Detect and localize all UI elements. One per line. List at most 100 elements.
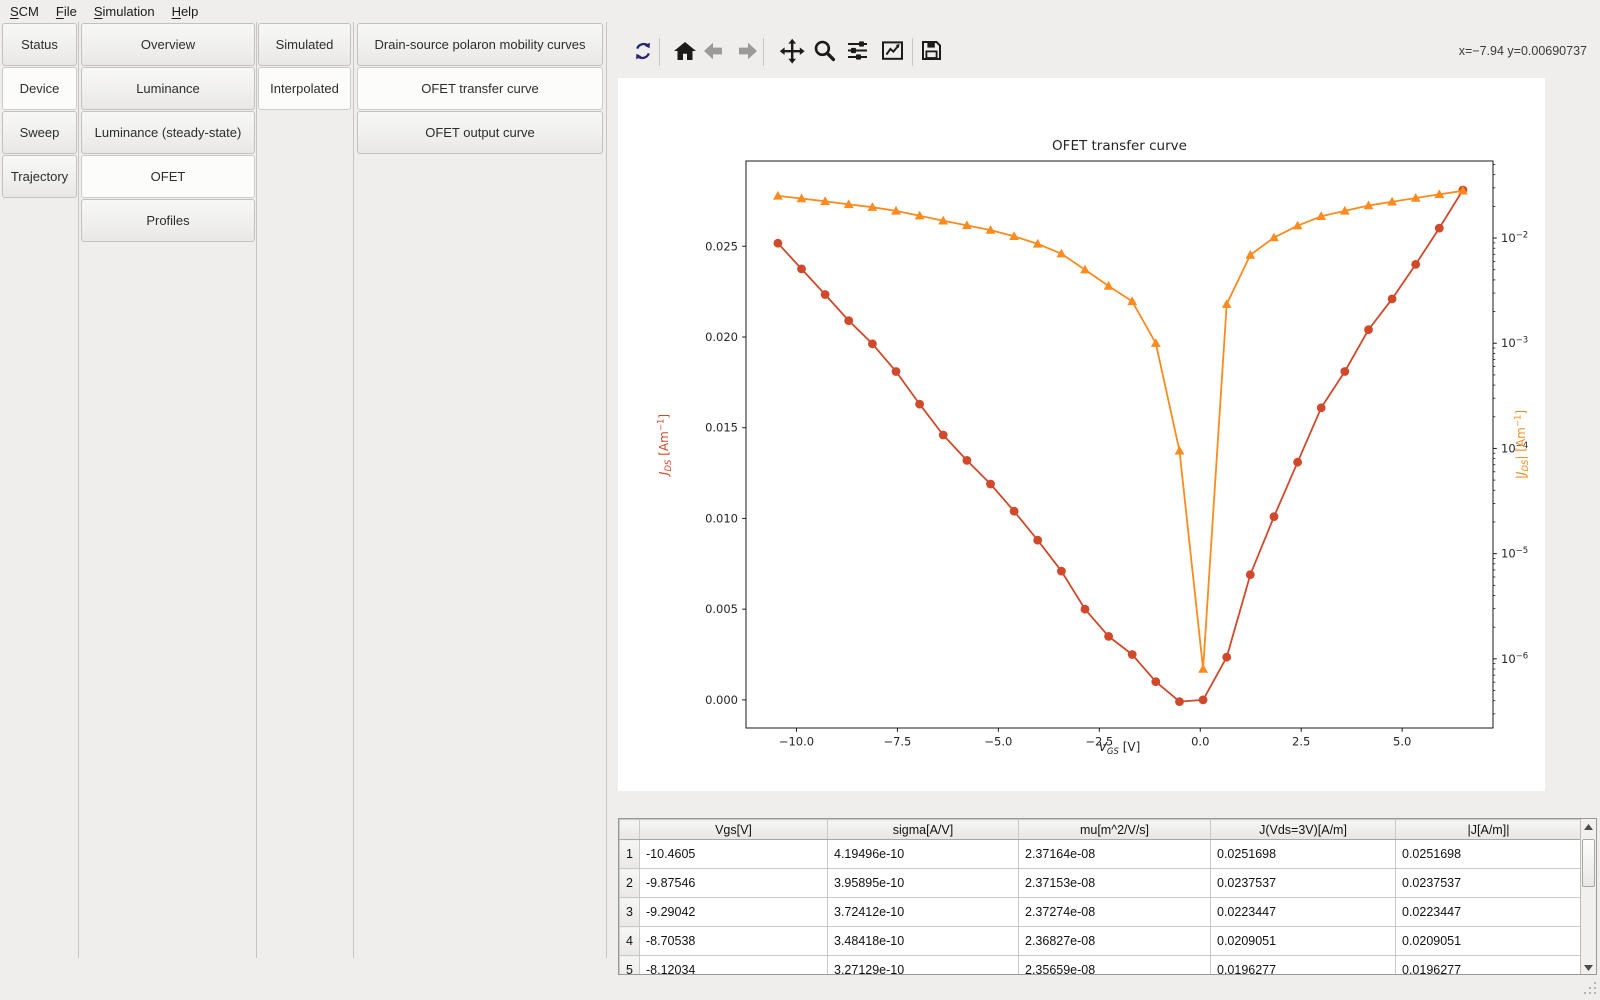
table-cell[interactable]: 3.72412e-10 — [828, 898, 1019, 927]
transfer-curve-plot[interactable]: −10.0−7.5−5.0−2.50.02.55.00.0000.0050.01… — [618, 78, 1545, 791]
table-cell[interactable]: 3.27129e-10 — [828, 956, 1019, 976]
table-cell[interactable]: 4.19496e-10 — [828, 840, 1019, 869]
table-cell[interactable]: 2.36827e-08 — [1019, 927, 1211, 956]
nav-luminance-steady-state[interactable]: Luminance (steady-state) — [81, 111, 255, 154]
menu-file[interactable]: File — [56, 4, 77, 19]
table-header-row: Vgs[V]sigma[A/V]mu[m^2/V/s]J(Vds=3V)[A/m… — [620, 820, 1582, 840]
scroll-up-button[interactable] — [1581, 819, 1596, 835]
table-cell[interactable]: 2.37164e-08 — [1019, 840, 1211, 869]
nav-simulated[interactable]: Simulated — [258, 23, 351, 66]
nav-ofet-transfer-curve[interactable]: OFET transfer curve — [357, 67, 603, 110]
column-header[interactable]: |J[A/m]| — [1396, 820, 1582, 840]
table-cell[interactable]: 0.0251698 — [1211, 840, 1396, 869]
configure-subplots-button[interactable] — [842, 38, 872, 66]
chevron-down-icon — [1584, 965, 1593, 971]
table-cell[interactable]: 0.0237537 — [1396, 869, 1582, 898]
right-y-axis-label: |JDS| [Am−1] — [1514, 410, 1532, 479]
refresh-button[interactable] — [628, 38, 658, 66]
home-button[interactable] — [670, 38, 700, 66]
table-cell[interactable]: 2.37274e-08 — [1019, 898, 1211, 927]
table-cell[interactable]: -10.4605 — [640, 840, 828, 869]
scrollbar-thumb[interactable] — [1582, 839, 1595, 887]
jds-marker — [1388, 295, 1397, 304]
svg-text:10−3: 10−3 — [1501, 336, 1528, 351]
edit-axes-button[interactable] — [877, 38, 907, 66]
svg-text:0.0: 0.0 — [1191, 735, 1209, 749]
pan-button[interactable] — [777, 38, 807, 66]
table-cell[interactable]: -8.70538 — [640, 927, 828, 956]
nav-interpolated[interactable]: Interpolated — [258, 67, 351, 110]
svg-text:0.010: 0.010 — [705, 511, 738, 525]
nav-trajectory[interactable]: Trajectory — [2, 155, 77, 198]
back-button[interactable] — [698, 38, 728, 66]
nav-profiles[interactable]: Profiles — [81, 199, 255, 242]
magnifier-icon — [812, 38, 837, 66]
toolbar-separator — [763, 38, 764, 66]
jds-marker — [1151, 677, 1160, 686]
table-cell[interactable]: 0.0196277 — [1396, 956, 1582, 976]
column-header[interactable]: Vgs[V] — [640, 820, 828, 840]
jds-marker — [868, 339, 877, 348]
column-header[interactable]: sigma[A/V] — [828, 820, 1019, 840]
table-cell[interactable]: -8.12034 — [640, 956, 828, 976]
nav-column-source: Simulated Interpolated — [258, 23, 351, 110]
nav-mobility-curves[interactable]: Drain-source polaron mobility curves — [357, 23, 603, 66]
jds-marker — [774, 239, 783, 248]
pan-icon — [779, 38, 805, 67]
nav-luminance[interactable]: Luminance — [81, 67, 255, 110]
table-cell[interactable]: 0.0196277 — [1211, 956, 1396, 976]
jds-marker — [1104, 632, 1113, 641]
menu-help[interactable]: Help — [172, 4, 199, 19]
nav-sweep[interactable]: Sweep — [2, 111, 77, 154]
toolbar-separator — [659, 38, 660, 66]
nav-column-curves: Drain-source polaron mobility curves OFE… — [357, 23, 603, 154]
row-number[interactable]: 5 — [620, 956, 640, 976]
row-number[interactable]: 3 — [620, 898, 640, 927]
table-cell[interactable]: -9.29042 — [640, 898, 828, 927]
table-vertical-scrollbar[interactable] — [1580, 819, 1596, 975]
nav-ofet-output-curve[interactable]: OFET output curve — [357, 111, 603, 154]
window-resize-grip[interactable] — [1582, 980, 1598, 996]
svg-text:−5.0: −5.0 — [984, 735, 1012, 749]
column-header[interactable]: mu[m^2/V/s] — [1019, 820, 1211, 840]
table-cell[interactable]: 2.35659e-08 — [1019, 956, 1211, 976]
corner-header[interactable] — [620, 820, 640, 840]
forward-arrow-icon — [736, 39, 760, 66]
table-cell[interactable]: 0.0251698 — [1396, 840, 1582, 869]
forward-button[interactable] — [733, 38, 763, 66]
row-number[interactable]: 4 — [620, 927, 640, 956]
svg-text:−7.5: −7.5 — [883, 735, 911, 749]
menu-simulation[interactable]: Simulation — [94, 4, 155, 19]
table-cell[interactable]: 0.0237537 — [1211, 869, 1396, 898]
plot-canvas[interactable]: −10.0−7.5−5.0−2.50.02.55.00.0000.0050.01… — [618, 78, 1545, 791]
table-cell[interactable]: 0.0209051 — [1396, 927, 1582, 956]
nav-status[interactable]: Status — [2, 23, 77, 66]
nav-overview[interactable]: Overview — [81, 23, 255, 66]
table-cell[interactable]: 0.0223447 — [1396, 898, 1582, 927]
application-window: SCM File Simulation Help Status Device S… — [0, 0, 1600, 1000]
save-button[interactable] — [916, 38, 946, 66]
table-cell[interactable]: -9.87546 — [640, 869, 828, 898]
nav-device[interactable]: Device — [2, 67, 77, 110]
table-cell[interactable]: 2.37153e-08 — [1019, 869, 1211, 898]
menu-scm[interactable]: SCM — [10, 4, 39, 19]
jds-marker — [1364, 325, 1373, 334]
scroll-down-button[interactable] — [1581, 960, 1596, 975]
table-row: 4-8.705383.48418e-102.36827e-080.0209051… — [620, 927, 1582, 956]
svg-text:0.005: 0.005 — [705, 602, 738, 616]
zoom-button[interactable] — [809, 38, 839, 66]
jds-marker — [821, 290, 830, 299]
table-cell[interactable]: 0.0223447 — [1211, 898, 1396, 927]
column-header[interactable]: J(Vds=3V)[A/m] — [1211, 820, 1396, 840]
row-number[interactable]: 1 — [620, 840, 640, 869]
line-chart-icon — [880, 38, 905, 66]
table-cell[interactable]: 3.48418e-10 — [828, 927, 1019, 956]
cursor-position-readout: x=−7.94 y=0.00690737 — [1459, 44, 1587, 58]
row-number[interactable]: 2 — [620, 869, 640, 898]
jds-marker — [963, 456, 972, 465]
panel-separator — [78, 22, 79, 958]
table-cell[interactable]: 3.95895e-10 — [828, 869, 1019, 898]
panel-separator — [353, 22, 354, 958]
table-cell[interactable]: 0.0209051 — [1211, 927, 1396, 956]
nav-ofet[interactable]: OFET — [81, 155, 255, 198]
